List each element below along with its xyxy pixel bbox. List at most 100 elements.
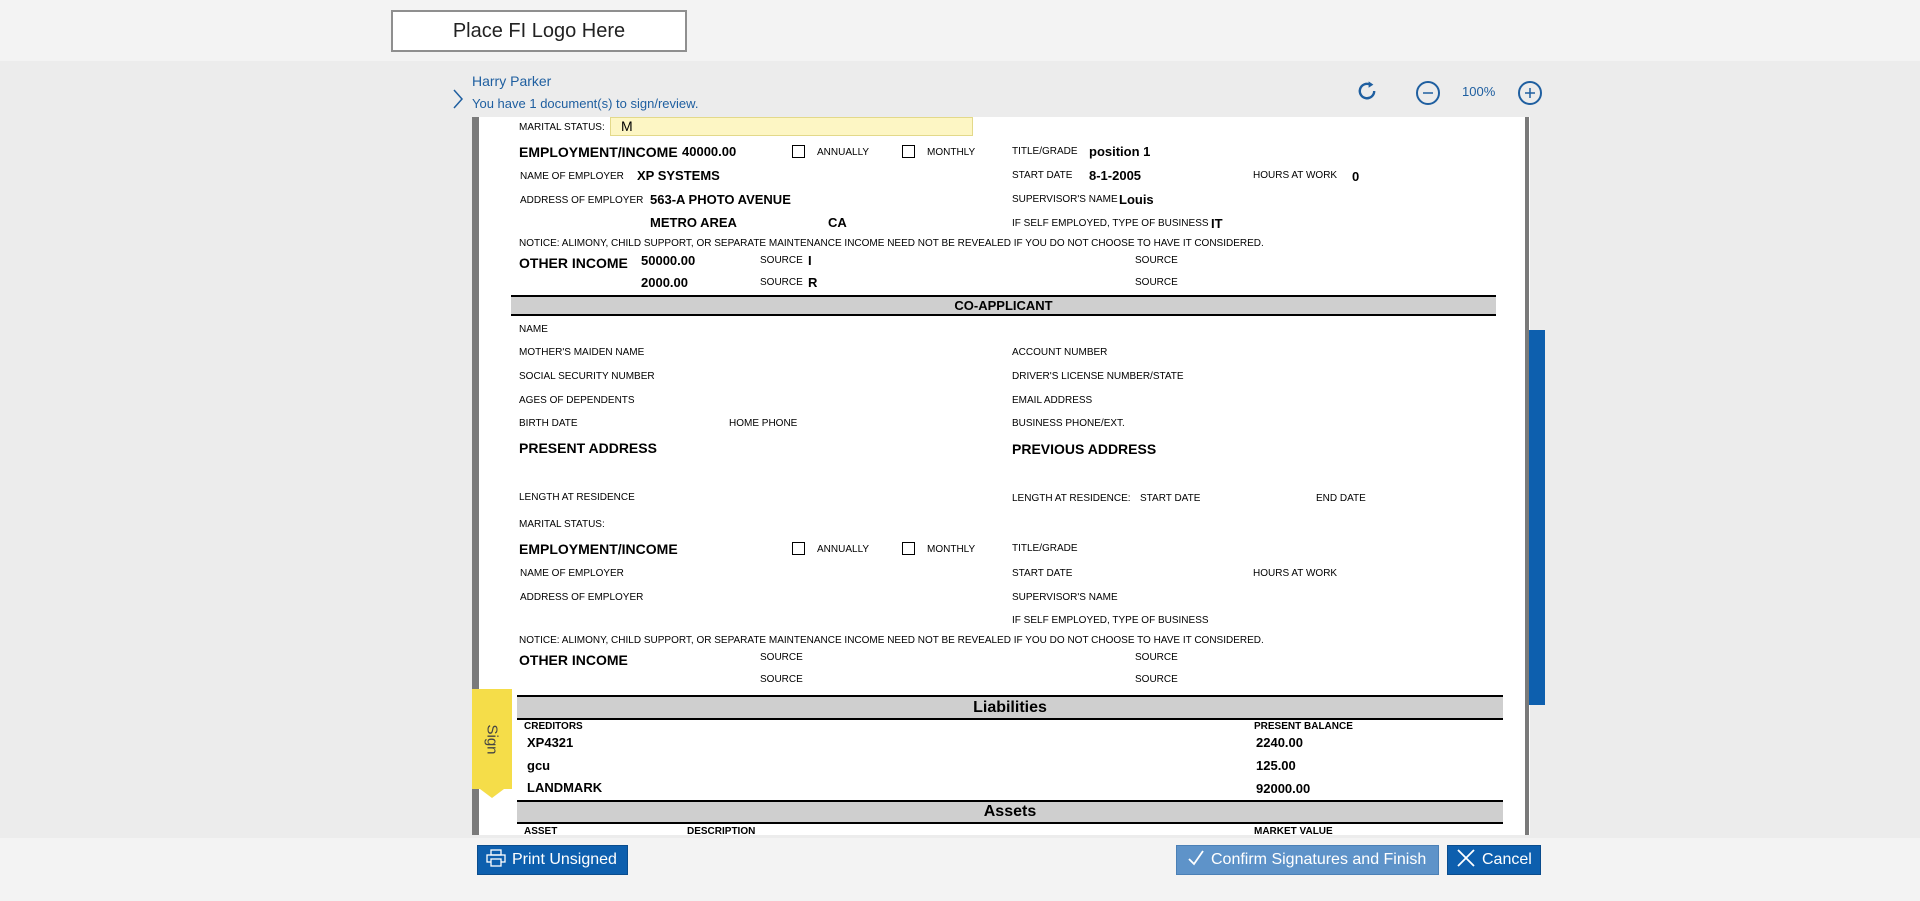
co-monthly-checkbox[interactable] [902,542,915,555]
creditor-balance: 92000.00 [1256,781,1311,796]
annually-label: ANNUALLY [817,147,870,158]
co-annually-label: ANNUALLY [817,544,870,555]
cancel-button[interactable]: Cancel [1447,845,1541,875]
prev-length-at-residence-label: LENGTH AT RESIDENCE: [1012,493,1131,504]
sign-tab-label: Sign [483,723,501,755]
check-icon [1187,849,1205,872]
maiden-name-label: MOTHER'S MAIDEN NAME [519,347,645,358]
creditor-name: XP4321 [527,735,574,750]
document-viewer: M MARITAL STATUS: EMPLOYMENT/INCOME 4000… [472,117,1530,835]
scrollbar-thumb[interactable] [1529,330,1545,705]
asset-label: ASSET [524,826,558,835]
source-value-1: I [808,253,812,268]
credit-application-document: M MARITAL STATUS: EMPLOYMENT/INCOME 4000… [472,117,1530,835]
name-label: NAME [519,324,548,335]
co-title-grade-label: TITLE/GRADE [1012,543,1078,554]
address-of-employer-label: ADDRESS OF EMPLOYER [520,195,644,206]
other-income-value-1: 50000.00 [641,253,696,268]
present-address-label: PRESENT ADDRESS [519,440,657,456]
market-value-label: MARKET VALUE [1254,826,1333,835]
name-of-employer-label: NAME OF EMPLOYER [520,171,624,182]
refresh-icon[interactable] [1355,79,1379,103]
co-self-employed-label: IF SELF EMPLOYED, TYPE OF BUSINESS [1012,615,1209,626]
employment-income-value: 40000.00 [682,144,737,159]
source-label-4: SOURCE [1135,277,1178,288]
hours-at-work-label: HOURS AT WORK [1253,170,1338,181]
employment-income-label: EMPLOYMENT/INCOME [519,144,678,160]
other-income-value-2: 2000.00 [641,275,688,290]
birth-date-label: BIRTH DATE [519,418,578,429]
creditor-balance: 125.00 [1256,758,1296,773]
description-label: DESCRIPTION [687,826,756,835]
creditor-name: gcu [527,758,551,773]
co-applicant-title: CO-APPLICANT [954,298,1053,313]
email-address-label: EMAIL ADDRESS [1012,395,1093,406]
co-source-label-4: SOURCE [1135,674,1178,685]
supervisor-name-label: SUPERVISOR'S NAME [1012,194,1118,205]
co-source-label-3: SOURCE [760,674,803,685]
hours-at-work-value: 0 [1352,169,1360,184]
confirm-signatures-button[interactable]: Confirm Signatures and Finish [1176,845,1439,875]
co-name-of-employer-label: NAME OF EMPLOYER [520,568,624,579]
print-unsigned-label: Print Unsigned [512,851,617,868]
creditors-label: CREDITORS [524,721,583,732]
home-phone-label: HOME PHONE [729,418,798,429]
assets-title: Assets [983,803,1037,820]
address-of-employer-value: 563-A PHOTO AVENUE [650,192,791,207]
length-at-residence-label: LENGTH AT RESIDENCE [519,492,635,503]
zoom-level: 100% [1462,84,1496,99]
alimony-notice: NOTICE: ALIMONY, CHILD SUPPORT, OR SEPAR… [519,238,1264,249]
source-label-3: SOURCE [760,277,803,288]
sign-tab-pointer [480,789,504,798]
co-monthly-label: MONTHLY [927,544,976,555]
logo-text: Place FI Logo Here [452,19,626,42]
liabilities-title: Liabilities [973,698,1047,716]
business-phone-label: BUSINESS PHONE/EXT. [1012,418,1125,429]
zoom-out-icon[interactable] [1416,81,1440,105]
annually-checkbox[interactable] [792,145,805,158]
prev-start-date-label: START DATE [1140,493,1201,504]
sign-tab-label-wrap[interactable]: Sign [472,689,512,789]
creditor-name: LANDMARK [527,780,603,795]
marital-status-label: MARITAL STATUS: [519,122,605,133]
confirm-signatures-label: Confirm Signatures and Finish [1211,851,1427,868]
self-employed-label: IF SELF EMPLOYED, TYPE OF BUSINESS [1012,218,1209,229]
user-name: Harry Parker [472,73,552,89]
creditor-balance: 2240.00 [1256,735,1303,750]
co-employment-income-label: EMPLOYMENT/INCOME [519,541,678,557]
drivers-license-label: DRIVER'S LICENSE NUMBER/STATE [1012,371,1184,382]
co-alimony-notice: NOTICE: ALIMONY, CHILD SUPPORT, OR SEPAR… [519,635,1264,646]
co-hours-at-work-label: HOURS AT WORK [1253,568,1338,579]
self-employed-value: IT [1211,216,1223,231]
name-of-employer-value: XP SYSTEMS [637,168,720,183]
assets-header: Assets [517,800,1503,824]
monthly-label: MONTHLY [927,147,976,158]
source-label-2: SOURCE [1135,255,1178,266]
previous-address-label: PREVIOUS ADDRESS [1012,441,1157,457]
end-date-label: END DATE [1316,493,1366,504]
co-applicant-header: CO-APPLICANT [511,295,1496,316]
co-annually-checkbox[interactable] [792,542,805,555]
co-other-income-label: OTHER INCOME [519,652,628,668]
footer-bar [0,838,1920,901]
marital-status-input[interactable]: M [610,117,973,136]
title-grade-label: TITLE/GRADE [1012,146,1078,157]
top-bar: Place FI Logo Here [0,0,1920,61]
chevron-right-icon[interactable] [452,88,464,110]
co-address-of-employer-label: ADDRESS OF EMPLOYER [520,592,644,603]
title-grade-value: position 1 [1089,144,1151,159]
co-source-label-2: SOURCE [1135,652,1178,663]
marital-status-value: M [621,118,633,134]
start-date-value: 8-1-2005 [1089,168,1142,183]
zoom-in-icon[interactable] [1518,81,1542,105]
source-value-2: R [808,275,818,290]
cancel-label: Cancel [1482,851,1532,868]
present-balance-label: PRESENT BALANCE [1254,721,1353,732]
other-income-label: OTHER INCOME [519,255,628,271]
co-supervisor-name-label: SUPERVISOR'S NAME [1012,592,1118,603]
start-date-label: START DATE [1012,170,1073,181]
printer-icon [486,848,506,872]
monthly-checkbox[interactable] [902,145,915,158]
co-source-label-1: SOURCE [760,652,803,663]
print-unsigned-button[interactable]: Print Unsigned [477,845,628,875]
